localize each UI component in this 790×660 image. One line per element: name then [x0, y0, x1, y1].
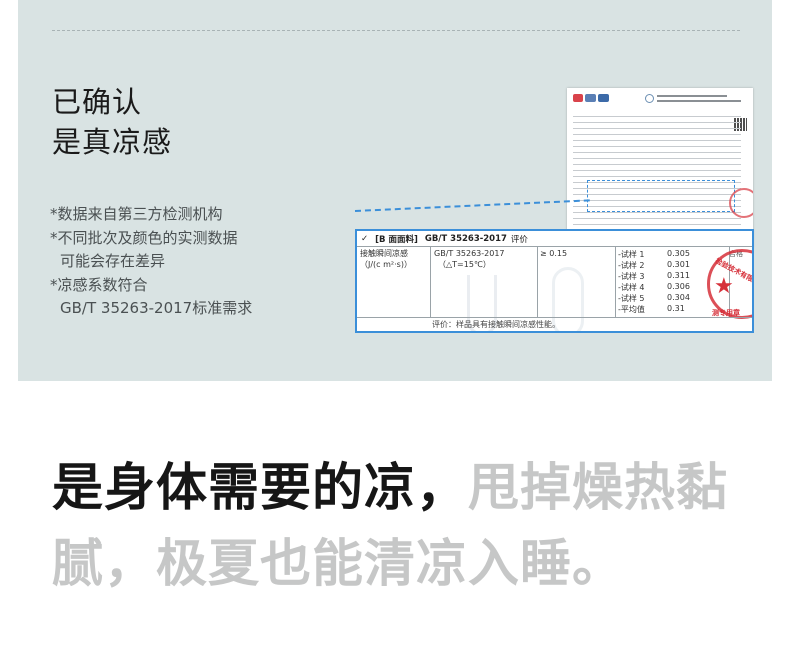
method: GB/T 35263-2017: [434, 249, 505, 258]
sample-label: -试样 5: [618, 294, 645, 303]
certification-logos: [573, 94, 609, 102]
sample-label: -试样 2: [618, 261, 645, 270]
condition: （△T=15℃）: [438, 260, 491, 269]
standard-label: GB/T 35263-2017: [424, 233, 507, 244]
table-header: ✓ [B 面面料] GB/T 35263-2017 评价: [357, 231, 752, 247]
star-icon: ★: [714, 274, 734, 299]
sample-label: -试样 4: [618, 283, 645, 292]
lab-logo: [645, 94, 745, 106]
check-icon: ✓: [361, 233, 369, 244]
slogan: 是身体需要的凉，甩掉燥热黏腻，极夏也能清凉入睡。: [52, 451, 772, 603]
note-line-2: *不同批次及颜色的实测数据: [50, 228, 238, 247]
eval-header: 评价: [510, 234, 528, 245]
stamp-icon: [729, 188, 753, 218]
headline-line-2: 是真凉感: [52, 125, 173, 159]
note-line-4: *凉感系数符合: [50, 275, 148, 294]
item-name: 接触瞬间凉感: [360, 249, 408, 258]
note-line-3: 可能会存在差异: [60, 252, 166, 270]
sample-value: 0.306: [667, 282, 690, 291]
sample-label: -试样 3: [618, 272, 645, 281]
sample-label: -平均值: [618, 305, 645, 314]
headline: 已确认 是真凉感: [52, 82, 172, 162]
note-line-1: *数据来自第三方检测机构: [50, 205, 223, 223]
dashed-divider: [52, 30, 740, 31]
sample-value: 0.31: [667, 304, 685, 313]
item-unit: （J/(c m²·s)）: [360, 260, 412, 269]
note-line-5: GB/T 35263-2017标准需求: [60, 299, 253, 317]
test-report-thumbnail: [567, 88, 753, 248]
section-label: [B 面面料]: [375, 234, 418, 245]
headline-line-1: 已确认: [52, 85, 143, 119]
requirement: ≥ 0.15: [540, 249, 568, 258]
table-body: 接触瞬间凉感 （J/(c m²·s)） GB/T 35263-2017 （△T=…: [357, 247, 752, 331]
slogan-dark: 是身体需要的凉，: [52, 459, 469, 518]
report-rows: [573, 116, 741, 236]
sample-value: 0.301: [667, 260, 690, 269]
sample-value: 0.311: [667, 271, 690, 280]
evaluation-footer: 评价：样品具有接触瞬间凉感性能。: [357, 317, 752, 331]
zoomed-result-table: ✓ [B 面面料] GB/T 35263-2017 评价 接触瞬间凉感 （J/(…: [355, 229, 754, 333]
highlight-box: [587, 180, 735, 212]
sample-value: 0.304: [667, 293, 690, 302]
sample-value: 0.305: [667, 249, 690, 258]
sample-label: -试样 1: [618, 250, 645, 259]
notes: *数据来自第三方检测机构 *不同批次及颜色的实测数据 可能会存在差异 *凉感系数…: [50, 203, 252, 321]
